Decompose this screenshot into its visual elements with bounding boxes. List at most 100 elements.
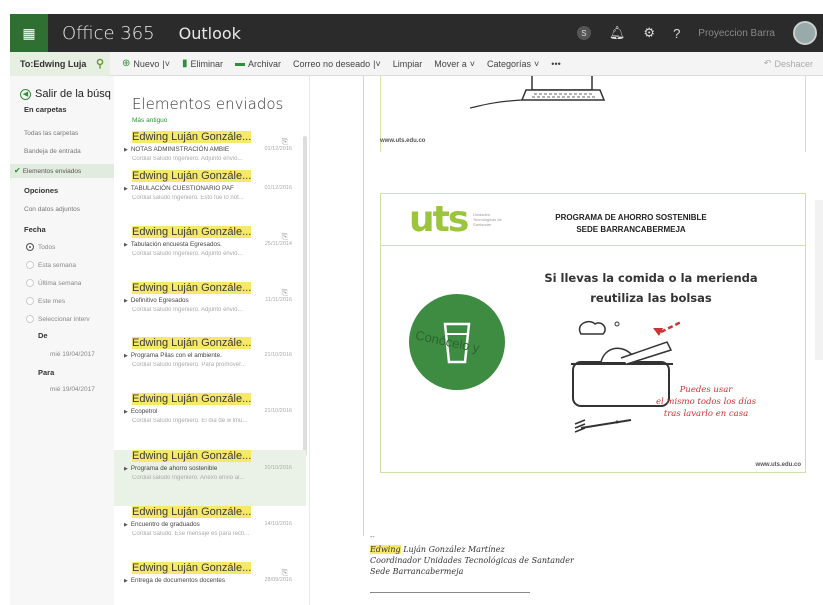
list-item[interactable]: Edwing Luján Gonzále... ▶ Ecopetrol 21/10/2… [114, 393, 306, 449]
undo-button[interactable]: ↶ Deshacer [764, 58, 813, 69]
list-item[interactable]: Edwing Luján Gonzále... ▶ TABULACIÓN CUEST… [114, 170, 306, 226]
expand-arrow-icon[interactable]: ▶ [124, 147, 128, 153]
help-icon[interactable]: ? [673, 26, 680, 41]
gear-icon[interactable]: ⚙ [643, 25, 655, 41]
message-subject: TABULACIÓN CUESTIONARIO PAF [130, 185, 234, 192]
signature-first-name: Edwing [370, 545, 401, 554]
uts-logo-caption: Unidades Tecnológicas de Santander [473, 212, 502, 227]
tip-line-1: Puedes usar [679, 385, 733, 395]
sort-toggle[interactable]: Más antiguo [114, 113, 309, 124]
exit-search-label: Salir de la búsq [35, 88, 111, 100]
junk-button[interactable]: Correo no deseado |˅ [293, 59, 381, 69]
message-subject-row: ▶ Programa de ahorro sostenible 20/10/2016 [124, 465, 306, 472]
list-item[interactable]: Edwing Luján Gonzále... ▶ Encuentro de gra… [114, 506, 306, 562]
expand-arrow-icon[interactable]: ▶ [124, 409, 128, 415]
search-input[interactable]: To:Edwing Luja ⚲ [10, 51, 110, 76]
top-right-tools: S 🔔︎ ⚙ ? Proyeccion Barra [576, 21, 823, 45]
message-sender: Edwing Luján Gonzále... [132, 226, 306, 238]
plus-icon: ⊕ [122, 58, 131, 69]
message-sender: Edwing Luján Gonzále... [132, 282, 306, 294]
more-icon: ••• [551, 58, 561, 69]
user-name[interactable]: Proyeccion Barra [698, 28, 775, 39]
folder-inbox[interactable]: Bandeja de entrada [10, 146, 114, 158]
folder-sent[interactable]: ✔ Elementos enviados [10, 164, 114, 178]
expand-arrow-icon[interactable]: ▶ [124, 242, 128, 248]
chevron-down-icon: ˅ [469, 58, 475, 69]
from-date-field[interactable]: mié 19/04/2017 [50, 351, 114, 358]
expand-arrow-icon[interactable]: ▶ [124, 353, 128, 359]
message-subject-row: ▶ Programa Pilas con el ambiente. 21/10/20… [124, 352, 306, 359]
list-item[interactable]: Edwing Luján Gonzále... ▶ Tabulación encue… [114, 226, 306, 282]
sender-highlight: Edwing Luján Gonzále... [132, 450, 252, 462]
junk-label: Correo no deseado [293, 58, 371, 69]
lunchbox-illustration [571, 320, 682, 433]
date-option-month[interactable]: Este mes [10, 297, 114, 305]
categories-label: Categorías [487, 58, 532, 69]
search-refiners-pane: ◀ Salir de la búsq En carpetas Todas las… [10, 76, 114, 605]
expand-arrow-icon[interactable]: ▶ [124, 522, 128, 528]
radio-icon [26, 279, 34, 287]
tip-line-3: tras lavarlo en casa [663, 409, 749, 419]
office-brand[interactable]: Office 365 [62, 23, 155, 44]
date-option-all[interactable]: Todos [10, 243, 114, 251]
expand-arrow-icon[interactable]: ▶ [124, 186, 128, 192]
avatar[interactable] [793, 21, 817, 45]
reading-pane-scrollbar[interactable] [815, 200, 823, 360]
list-item[interactable]: Edwing Luján Gonzále... ▶ Programa Pilas c… [114, 337, 306, 393]
folder-all[interactable]: Todas las carpetas [10, 128, 114, 140]
expand-arrow-icon[interactable]: ▶ [124, 466, 128, 472]
list-item[interactable]: Edwing Luján Gonzále... ▶ Definitivo Egres… [114, 282, 306, 338]
delete-button[interactable]: ▮ Eliminar [182, 58, 223, 69]
skype-icon[interactable]: S [576, 26, 591, 40]
to-date-field[interactable]: mié 19/04/2017 [50, 386, 114, 393]
top-bar: ▦ Office 365 Outlook S 🔔︎ ⚙ ? Proyeccion… [10, 14, 823, 52]
message-preview: Cordial Saludo Ingeniero. Adjunto envió.… [132, 251, 243, 257]
program-title: PROGRAMA DE AHORRO SOSTENIBLE SEDE BARRA… [531, 212, 731, 236]
signature-role: Coordinador Unidades Tecnológicas de San… [370, 556, 574, 565]
app-name[interactable]: Outlook [179, 24, 241, 43]
green-circle-badge: Conócelo y [409, 294, 505, 390]
program-line-2: SEDE BARRANCABERMEJA [576, 225, 686, 234]
attachments-filter[interactable]: Con datos adjuntos [10, 206, 114, 213]
sweep-button[interactable]: Limpiar [393, 59, 423, 69]
radio-checked-icon [26, 243, 34, 251]
message-subject-row: ▶ Encuentro de graduados 14/10/2016 [124, 521, 306, 528]
message-subject: Definitivo Egresados [130, 297, 189, 304]
signature-block: Edwing Luján González Martínez Coordinad… [370, 544, 574, 577]
date-option-range[interactable]: Seleccionar interv [10, 315, 114, 323]
list-item[interactable]: Edwing Luján Gonzále... ▶ Entrega de docum… [114, 562, 306, 605]
app-launcher-icon[interactable]: ▦ [10, 14, 48, 52]
sender-highlight: Edwing Luján Gonzále... [132, 170, 252, 182]
archive-button[interactable]: ▬ Archivar [235, 58, 281, 69]
undo-label: Deshacer [774, 58, 813, 69]
program-line-1: PROGRAMA DE AHORRO SOSTENIBLE [555, 213, 707, 222]
message-sender: Edwing Luján Gonzále... [132, 562, 306, 574]
chevron-down-icon[interactable]: |˅ [162, 59, 170, 69]
message-date: 20/10/2016 [264, 465, 292, 471]
message-date: 28/09/2016 [264, 577, 292, 583]
date-option-last-week[interactable]: Última semana [10, 279, 114, 287]
expand-arrow-icon[interactable]: ▶ [124, 578, 128, 584]
message-date: 11/11/2016 [265, 297, 292, 303]
move-button[interactable]: Mover a ˅ [434, 59, 475, 69]
message-preview: Cordial Saludo. Ese mensaje es para rect… [132, 531, 250, 537]
bell-icon[interactable]: 🔔︎ [609, 25, 626, 41]
list-item[interactable]: Edwing Luján Gonzále... ▶ Programa de ahor… [114, 450, 306, 506]
radio-icon [26, 261, 34, 269]
search-icon[interactable]: ⚲ [96, 57, 104, 70]
from-label: De [38, 331, 48, 340]
message-preview: Cordial Saludo Ingeniero. Adjunto envió.… [132, 156, 243, 162]
signature-site: Sede Barrancabermeja [370, 567, 464, 576]
exit-search-button[interactable]: ◀ Salir de la búsq [10, 76, 114, 100]
new-button[interactable]: ⊕ Nuevo |˅ [122, 58, 170, 69]
date-option-week[interactable]: Esta semana [10, 261, 114, 269]
date-heading: Fecha [24, 225, 46, 234]
message-subject: Ecopetrol [130, 408, 158, 415]
expand-arrow-icon[interactable]: ▶ [124, 298, 128, 304]
radio-icon [26, 297, 34, 305]
message-subject-row: ▶ NOTAS ADMINISTRACIÓN AMBIE 01/12/2016 [124, 146, 306, 153]
message-sender: Edwing Luján Gonzále... [132, 450, 306, 462]
categories-button[interactable]: Categorías ˅ [487, 59, 539, 69]
more-button[interactable]: ••• [551, 59, 560, 69]
message-date: 01/12/2016 [264, 146, 292, 152]
